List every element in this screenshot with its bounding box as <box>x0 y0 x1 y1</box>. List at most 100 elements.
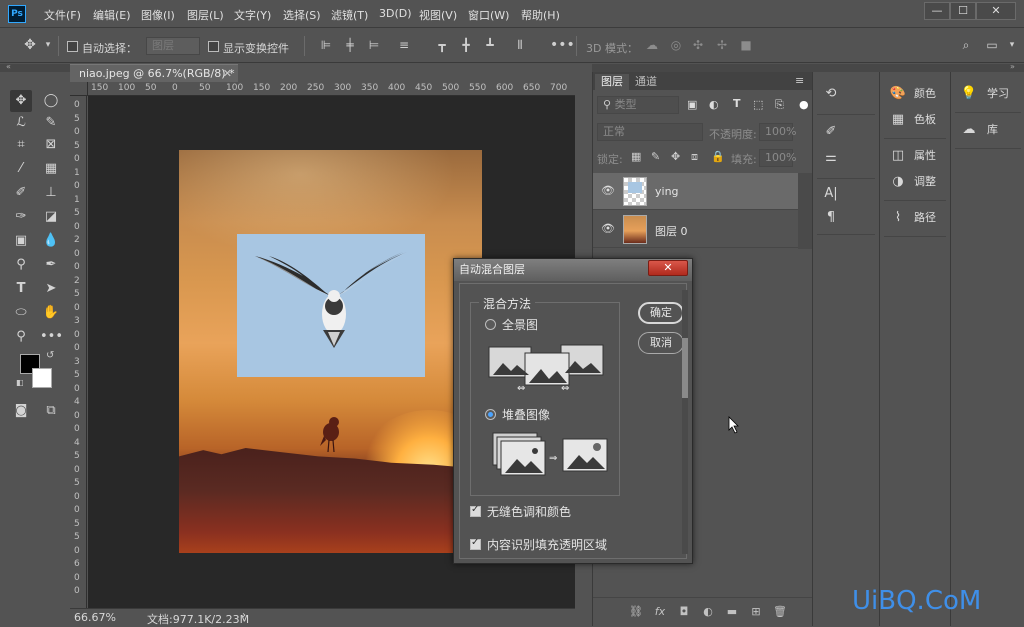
move-tool-icon[interactable]: ✥ <box>22 37 38 53</box>
paragraph-icon[interactable]: ¶ <box>821 208 841 228</box>
content-aware-fill-checkbox[interactable] <box>470 537 481 550</box>
swap-colors-icon[interactable]: ↺ <box>46 350 54 361</box>
filter-toggle-icon[interactable]: ● <box>799 98 809 111</box>
filter-adjustment-icon[interactable]: ◐ <box>709 98 719 111</box>
visibility-eye-icon[interactable]: 👁 <box>601 185 615 197</box>
align-center-icon[interactable]: ╪ <box>342 37 358 53</box>
layer-filter-dropdown[interactable]: ⚲ 类型 <box>597 96 679 114</box>
menu-image[interactable]: 图像(I) <box>141 7 175 23</box>
layer-name[interactable]: 图层 0 <box>655 223 688 239</box>
close-tab-icon[interactable]: ✕ <box>223 65 232 83</box>
move-tool-icon[interactable]: ✥ <box>10 90 32 112</box>
brush-settings-icon[interactable]: ✐ <box>821 122 841 142</box>
adjustment-layer-icon[interactable]: ◐ <box>701 605 715 619</box>
new-layer-icon[interactable]: ⊞ <box>749 605 763 619</box>
path-select-tool-icon[interactable]: ➤ <box>40 278 62 300</box>
screen-mode-icon[interactable]: ⧉ <box>40 400 62 422</box>
panorama-label[interactable]: 全景图 <box>502 316 538 333</box>
crop-tool-icon[interactable]: ⌗ <box>10 134 32 156</box>
align-top-icon[interactable]: ┳ <box>434 37 450 53</box>
menu-layer[interactable]: 图层(L) <box>187 7 224 23</box>
fill-input[interactable]: 100% <box>759 149 796 167</box>
chevron-down-icon[interactable]: ▾ <box>40 37 56 53</box>
cancel-button[interactable]: 取消 <box>638 332 684 354</box>
lock-all-icon[interactable]: 🔒 <box>711 150 725 163</box>
menu-edit[interactable]: 编辑(E) <box>93 7 131 23</box>
align-middle-icon[interactable]: ╋ <box>458 37 474 53</box>
panel-menu-icon[interactable]: ≡ <box>795 74 804 87</box>
blend-mode-dropdown[interactable]: 正常 <box>597 123 703 141</box>
menu-type[interactable]: 文字(Y) <box>234 7 271 23</box>
filter-pixel-icon[interactable]: ▣ <box>687 98 697 111</box>
more-tools-icon[interactable]: ••• <box>40 326 63 348</box>
menu-select[interactable]: 选择(S) <box>283 7 321 23</box>
dodge-tool-icon[interactable]: ⚲ <box>10 254 32 276</box>
lasso-tool-icon[interactable]: ℒ <box>10 112 32 134</box>
bird-layer-image[interactable] <box>237 234 425 377</box>
history-brush-icon[interactable]: ✑ <box>10 206 32 228</box>
new-group-icon[interactable]: ▬ <box>725 605 739 619</box>
zoom-tool-icon[interactable]: ⚲ <box>10 326 32 348</box>
tab-layers[interactable]: 图层 <box>595 74 629 90</box>
panel-item-paths[interactable]: ⌇ 路径 <box>880 206 950 230</box>
panel-item-properties[interactable]: ◫ 属性 <box>880 144 950 168</box>
lock-transparency-icon[interactable]: ▦ <box>631 150 641 163</box>
visibility-eye-icon[interactable]: 👁 <box>601 223 615 235</box>
layer-name[interactable]: ying <box>655 185 679 198</box>
filter-type-icon[interactable]: T <box>733 97 741 110</box>
lock-position-icon[interactable]: ✥ <box>671 150 680 163</box>
collapse-left-icon[interactable]: « <box>6 62 11 71</box>
auto-select-checkbox[interactable] <box>67 41 78 52</box>
document-tab[interactable]: niao.jpeg @ 66.7%(RGB/8) * ✕ <box>70 64 238 82</box>
seamless-tones-checkbox[interactable] <box>470 504 481 517</box>
distribute-icon[interactable]: ≡ <box>396 37 412 53</box>
eyedropper-tool-icon[interactable]: ⁄ <box>10 158 32 180</box>
history-icon[interactable]: ⟲ <box>821 84 841 104</box>
document-size[interactable]: 文档:977.1K/2.23M <box>147 611 249 627</box>
show-transform-checkbox[interactable] <box>208 41 219 52</box>
3d-pan-icon[interactable]: ✣ <box>690 37 706 53</box>
lock-artboard-icon[interactable]: ⧈ <box>691 150 698 164</box>
patch-tool-icon[interactable]: ▦ <box>40 158 62 180</box>
dialog-close-button[interactable]: ✕ <box>648 260 688 276</box>
maximize-button[interactable]: ☐ <box>950 2 976 20</box>
hand-tool-icon[interactable]: ✋ <box>40 302 62 324</box>
minimize-button[interactable]: — <box>924 2 950 20</box>
delete-layer-icon[interactable]: 🗑 <box>773 605 787 619</box>
fx-icon[interactable]: fx <box>653 605 667 619</box>
stack-images-radio[interactable] <box>485 409 496 420</box>
menu-3d[interactable]: 3D(D) <box>379 7 412 20</box>
stamp-tool-icon[interactable]: ⊥ <box>40 182 62 204</box>
align-bottom-icon[interactable]: ┻ <box>482 37 498 53</box>
auto-select-dropdown[interactable]: 图层 <box>146 37 200 55</box>
workspace-icon[interactable]: ▭ <box>984 37 1000 53</box>
panel-item-learn[interactable]: 💡 学习 <box>951 82 1024 106</box>
vertical-ruler[interactable]: 0 5 0 5 0 1 0 1 5 0 2 0 0 2 5 0 3 0 0 3 5 0 4 0 0 4 5 0 5 0 0 5 5 0 6 0 0 <box>70 96 87 608</box>
character-icon[interactable]: A| <box>821 184 841 204</box>
dialog-scrollbar-thumb[interactable] <box>682 338 688 398</box>
layer-row-layer-0[interactable]: 👁 图层 0 <box>593 211 798 248</box>
panorama-radio[interactable] <box>485 319 496 330</box>
dialog-scrollbar[interactable] <box>682 290 688 554</box>
ok-button[interactable]: 确定 <box>638 302 684 324</box>
status-arrow-icon[interactable]: › <box>242 610 246 621</box>
3d-orbit-icon[interactable]: ☁ <box>644 37 660 53</box>
panel-item-swatches[interactable]: ▦ 色板 <box>880 108 950 132</box>
layer-row-ying[interactable]: 👁 ying <box>593 173 798 210</box>
add-mask-icon[interactable]: ◘ <box>677 605 691 619</box>
menu-view[interactable]: 视图(V) <box>419 7 457 23</box>
panels-collapse-strip[interactable] <box>592 64 1024 72</box>
frame-tool-icon[interactable]: ⊠ <box>40 134 62 156</box>
menu-filter[interactable]: 滤镜(T) <box>331 7 368 23</box>
seamless-tones-label[interactable]: 无缝色调和颜色 <box>487 503 571 520</box>
3d-slide-icon[interactable]: ✢ <box>714 37 730 53</box>
filter-shape-icon[interactable]: ⬚ <box>753 98 763 111</box>
quick-select-tool-icon[interactable]: ✎ <box>40 112 62 134</box>
panel-item-libraries[interactable]: ☁ 库 <box>951 118 1024 142</box>
more-options-icon[interactable]: ••• <box>550 37 575 53</box>
distribute-vertical-icon[interactable]: ⦀ <box>512 37 528 53</box>
lock-pixels-icon[interactable]: ✎ <box>651 150 660 163</box>
close-window-button[interactable]: ✕ <box>976 2 1016 20</box>
marquee-tool-icon[interactable]: ◯ <box>40 90 62 112</box>
3d-camera-icon[interactable]: ■ <box>738 37 754 53</box>
